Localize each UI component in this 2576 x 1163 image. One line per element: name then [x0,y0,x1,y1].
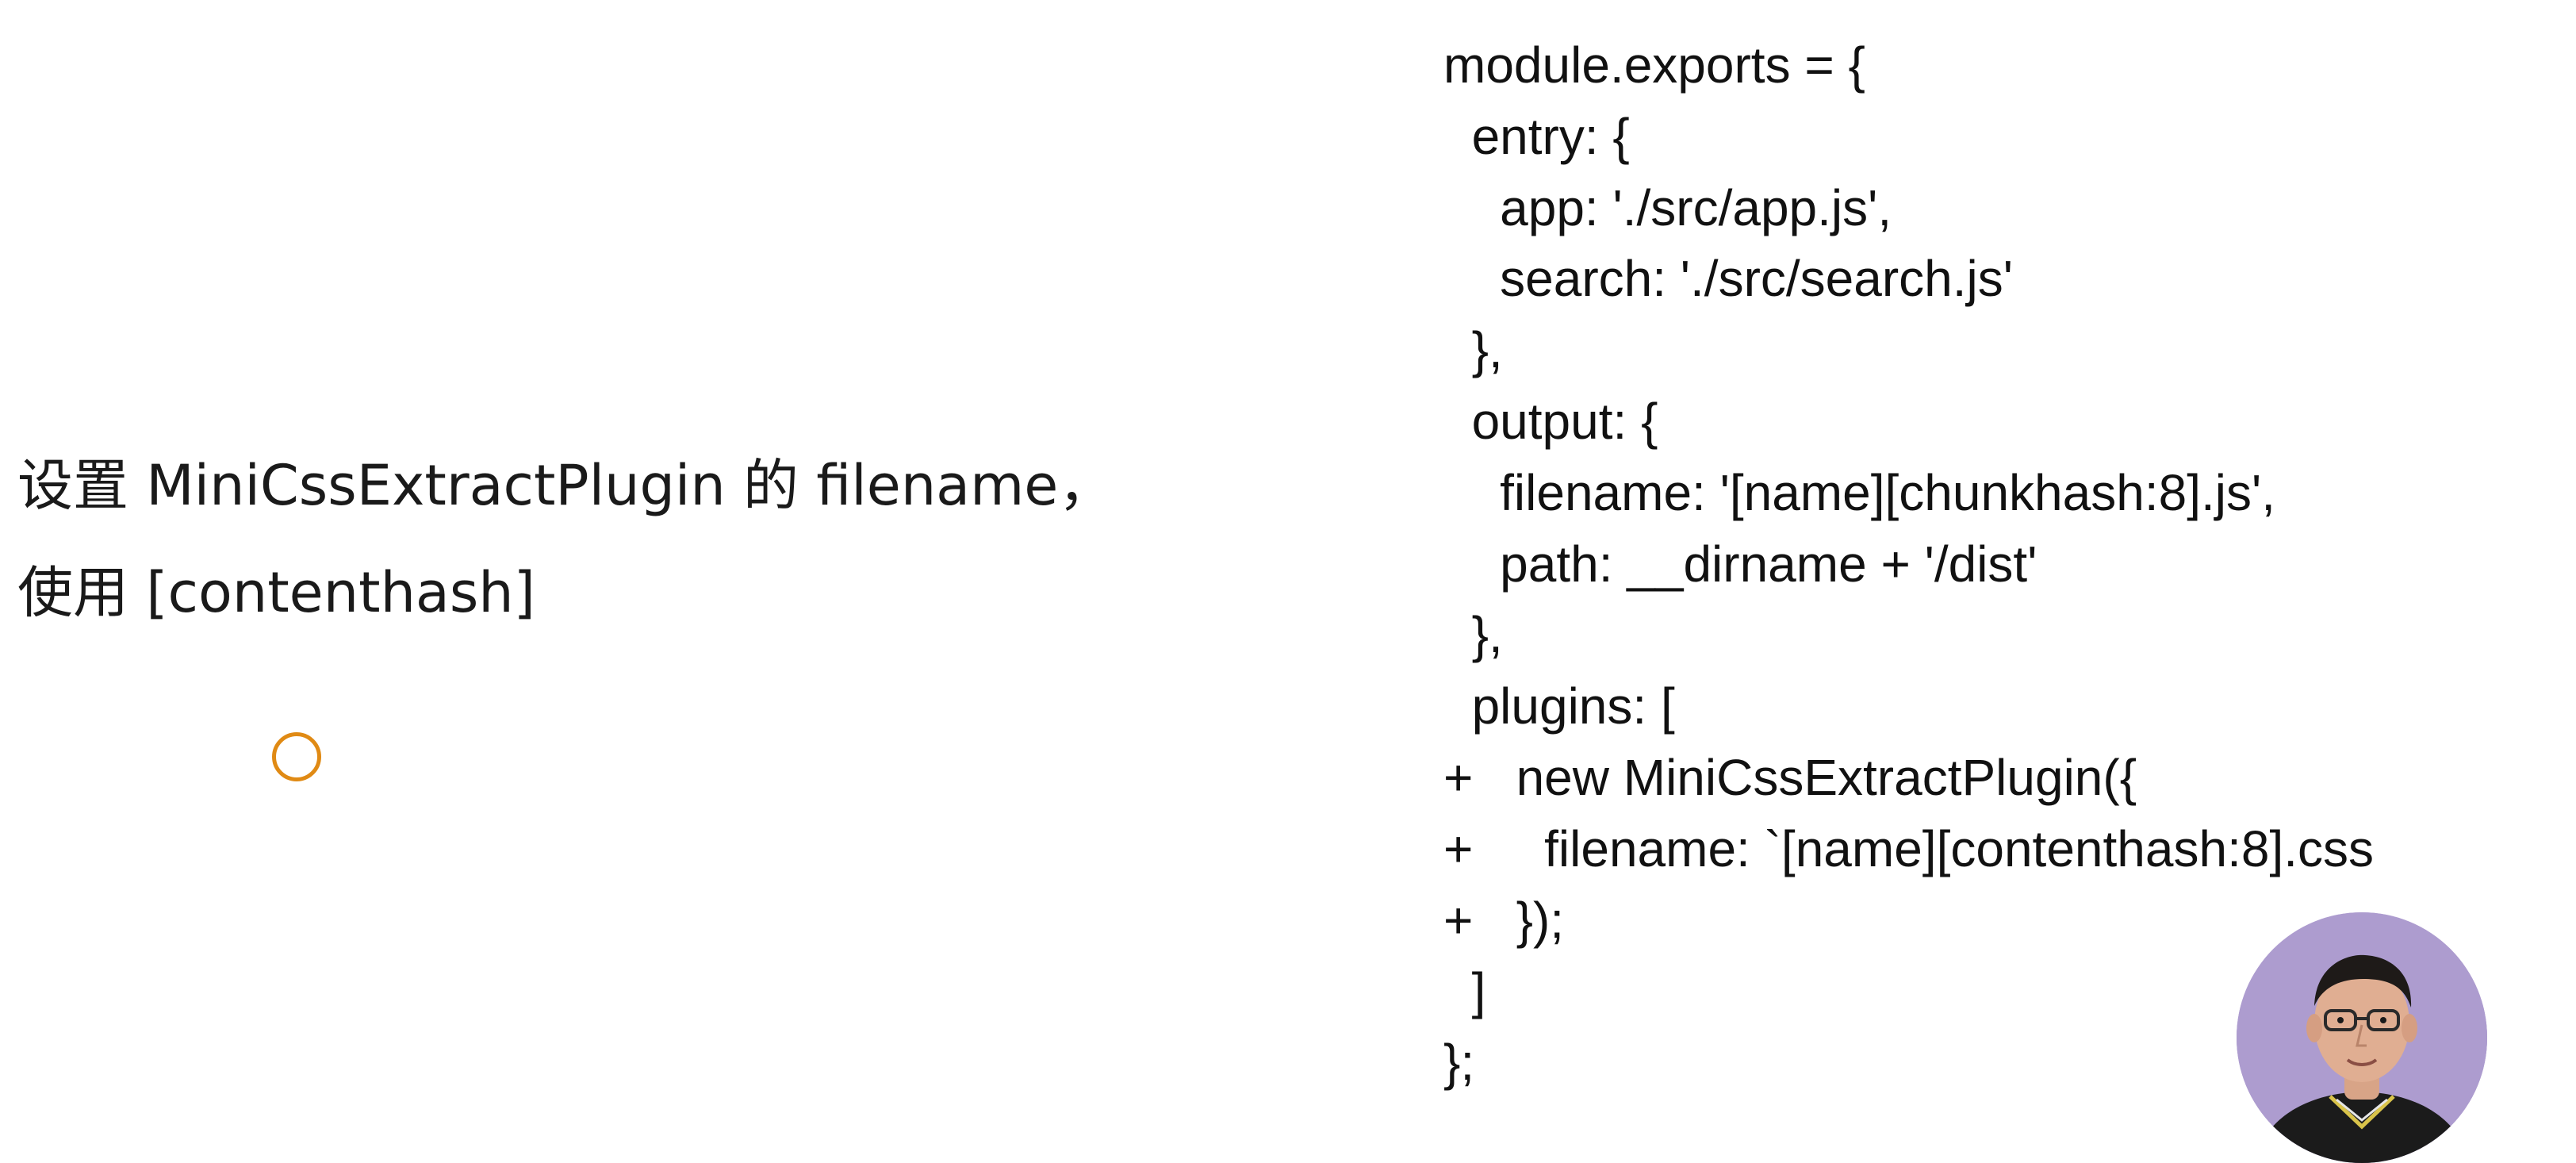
slide: 设置 MiniCssExtractPlugin 的 filename， 使用 [… [0,0,2576,1163]
code-text: }, [1471,606,1503,664]
diff-plus-marker: + [1443,819,1474,877]
code-line: filename: '[name][chunkhash:8].js', [1443,458,2538,529]
code-line: entry: { [1443,102,2538,173]
code-line: }, [1443,315,2538,386]
cursor-ring-icon [272,732,321,781]
code-text: filename: `[name][contenthash:8].css [1544,819,2374,877]
description-line-2: 使用 [contenthash] [17,560,535,625]
diff-plus-marker: + [1443,748,1474,806]
code-text: }; [1443,1034,1475,1092]
code-line: }, [1443,600,2538,671]
code-text: plugins: [ [1471,677,1675,735]
code-text: search: './src/search.js' [1500,250,2013,308]
code-text: ] [1471,962,1486,1020]
presenter-avatar [2237,912,2487,1163]
code-text: new MiniCssExtractPlugin({ [1516,748,2137,806]
description-line-1: 设置 MiniCssExtractPlugin 的 filename， [17,453,1114,518]
code-text: }, [1471,321,1503,379]
diff-plus-marker: + [1443,891,1474,949]
code-line-added: + new MiniCssExtractPlugin({ [1443,743,2538,814]
code-text: module.exports = { [1443,36,1865,94]
code-text: app: './src/app.js', [1500,178,1892,236]
code-text: entry: { [1471,107,1630,165]
slide-description: 设置 MiniCssExtractPlugin 的 filename， 使用 [… [17,432,1286,647]
code-line: search: './src/search.js' [1443,244,2538,315]
code-text: output: { [1471,392,1658,450]
code-text: filename: '[name][chunkhash:8].js', [1500,463,2275,521]
code-line: plugins: [ [1443,671,2538,743]
code-line-added: + filename: `[name][contenthash:8].css [1443,814,2538,885]
presenter-avatar-icon [2237,912,2487,1163]
code-line: output: { [1443,386,2538,458]
code-text: path: __dirname + '/dist' [1500,535,2037,593]
code-line: module.exports = { [1443,30,2538,102]
code-line: path: __dirname + '/dist' [1443,529,2538,601]
code-text: }); [1516,891,1565,949]
code-line: app: './src/app.js', [1443,173,2538,244]
